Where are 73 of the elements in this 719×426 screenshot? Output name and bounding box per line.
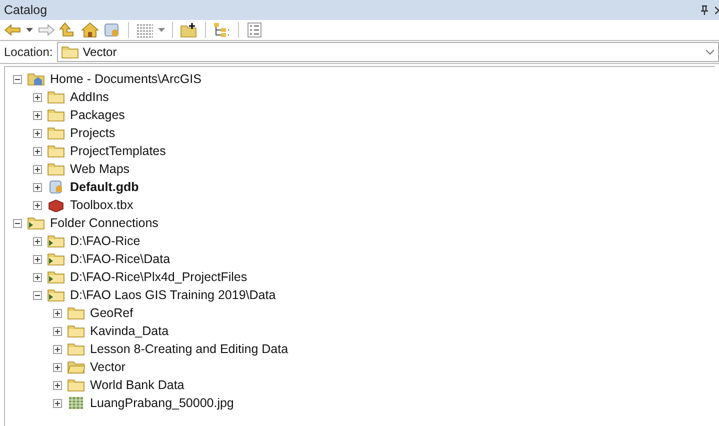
folder-connection-icon [47, 288, 65, 302]
expand-icon[interactable] [33, 164, 42, 174]
folder-icon [67, 378, 85, 392]
expand-icon[interactable] [33, 272, 42, 282]
window-title: Catalog [4, 2, 48, 19]
collapse-icon[interactable] [33, 290, 42, 300]
folder-icon [67, 342, 85, 356]
expand-icon[interactable] [53, 398, 62, 408]
tree-item[interactable]: Projects [70, 124, 116, 142]
tree-item[interactable]: GeoRef [90, 304, 134, 322]
tree-item[interactable]: Lesson 8-Creating and Editing Data [90, 340, 288, 358]
collapse-icon[interactable] [13, 74, 22, 84]
collapse-icon[interactable] [13, 218, 22, 228]
folder-icon [60, 45, 79, 59]
tree-item[interactable]: Web Maps [70, 160, 130, 178]
table-view-icon[interactable] [136, 22, 154, 38]
expand-icon[interactable] [33, 182, 42, 192]
expand-icon[interactable] [33, 128, 42, 138]
expand-icon[interactable] [33, 110, 42, 120]
expand-icon[interactable] [53, 308, 62, 318]
expand-icon[interactable] [33, 254, 42, 264]
dropdown-caret-icon[interactable] [26, 28, 33, 32]
back-arrow-icon[interactable] [4, 22, 22, 38]
database-icon [47, 180, 65, 194]
folder-connection-icon [47, 252, 65, 266]
folder-icon [47, 126, 65, 140]
tree-item[interactable]: Toolbox.tbx [70, 196, 134, 214]
tree-item[interactable]: D:\FAO-Rice\Data [70, 250, 170, 268]
list-view-icon[interactable] [246, 22, 264, 38]
open-folder-icon [67, 360, 85, 374]
folder-connection-icon [47, 270, 65, 284]
expand-icon[interactable] [33, 200, 42, 210]
expand-icon[interactable] [33, 146, 42, 156]
tree-item[interactable]: Home - Documents\ArcGIS [50, 70, 202, 88]
folder-connection-icon [27, 216, 45, 230]
tree-item[interactable]: AddIns [70, 88, 109, 106]
tree-item[interactable]: LuangPrabang_50000.jpg [90, 394, 234, 412]
pin-icon[interactable] [700, 5, 709, 15]
folder-icon [47, 144, 65, 158]
location-field[interactable]: Vector [56, 42, 719, 62]
tree-item[interactable]: Kavinda_Data [90, 322, 169, 340]
folder-connection-icon [47, 234, 65, 248]
tree-item[interactable]: D:\FAO-Rice\Plx4d_ProjectFiles [70, 268, 248, 286]
expand-icon[interactable] [53, 344, 62, 354]
database-icon[interactable] [103, 22, 121, 38]
expand-icon[interactable] [53, 362, 62, 372]
tree-view-icon[interactable] [213, 22, 231, 38]
folder-icon [47, 90, 65, 104]
toolbox-icon [47, 198, 65, 212]
expand-icon[interactable] [33, 92, 42, 102]
tree-item[interactable]: D:\FAO Laos GIS Training 2019\Data [70, 286, 276, 304]
folder-icon [47, 108, 65, 122]
folder-icon [67, 306, 85, 320]
close-icon[interactable] [715, 6, 719, 14]
folder-icon [47, 162, 65, 176]
tree-item[interactable]: Packages [70, 106, 125, 124]
expand-icon[interactable] [53, 326, 62, 336]
dropdown-caret-icon[interactable] [158, 28, 165, 32]
home-folder-icon [27, 72, 45, 86]
new-folder-icon[interactable] [180, 22, 198, 38]
dropdown-caret-icon[interactable] [706, 50, 714, 54]
home-icon[interactable] [81, 22, 99, 38]
tree-item[interactable]: ProjectTemplates [70, 142, 166, 160]
raster-icon [67, 396, 85, 410]
folder-icon [67, 324, 85, 338]
tree-item[interactable]: Folder Connections [50, 214, 158, 232]
expand-icon[interactable] [33, 236, 42, 246]
tree-item[interactable]: Vector [90, 358, 126, 376]
tree-item[interactable]: Default.gdb [70, 178, 139, 196]
location-label: Location: [4, 44, 53, 61]
expand-icon[interactable] [53, 380, 62, 390]
tree-item[interactable]: D:\FAO-Rice [70, 232, 140, 250]
tree-item[interactable]: World Bank Data [90, 376, 184, 394]
